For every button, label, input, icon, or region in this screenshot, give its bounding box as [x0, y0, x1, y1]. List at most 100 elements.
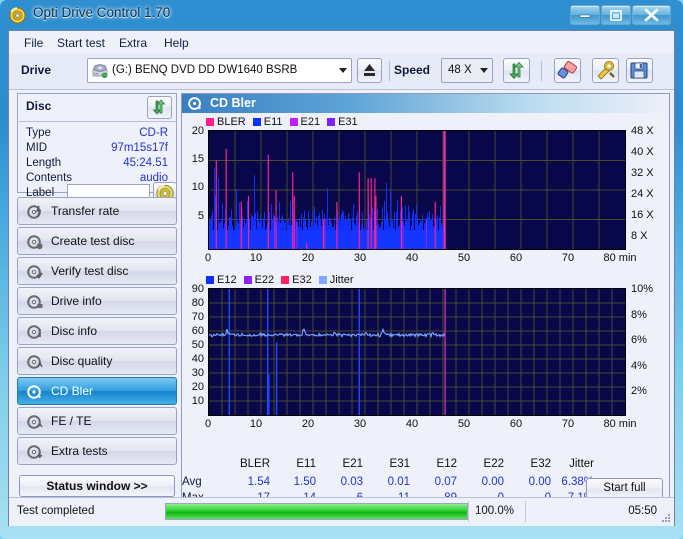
- sidebar-item-transfer-rate[interactable]: Transfer rate: [17, 197, 177, 225]
- floppy-save-icon: [630, 62, 648, 79]
- sidebar-item-cd-bler[interactable]: CD Bler: [17, 377, 177, 405]
- erase-button[interactable]: [554, 58, 581, 83]
- jitter-plot-area: [208, 288, 626, 416]
- bler-xtick-40: 40: [405, 252, 419, 264]
- jitter-xtick-80: 80 min: [603, 418, 637, 430]
- stats-col-e12: E12: [436, 458, 457, 470]
- close-button[interactable]: [632, 5, 671, 25]
- stats-avg-bler: 1.54: [247, 476, 270, 488]
- statusbar-separator: [525, 501, 526, 522]
- eject-icon: [364, 64, 375, 76]
- resize-grip-icon[interactable]: [660, 512, 671, 523]
- disc-row-value-length: 45:24.51: [123, 157, 168, 169]
- sidebar-item-disc-quality[interactable]: Disc quality: [17, 347, 177, 375]
- tools-icon: [597, 61, 615, 80]
- legend-swatch-e32: [281, 276, 290, 284]
- toolbar-separator: [541, 61, 542, 81]
- legend-label-jitter: Jitter: [329, 274, 354, 286]
- disc-row-label-type: Type: [26, 127, 51, 139]
- disc-row-label-contents: Contents: [26, 172, 73, 184]
- minimize-button[interactable]: [570, 5, 600, 25]
- menu-help[interactable]: Help: [159, 35, 194, 51]
- stats-col-bler: BLER: [239, 458, 270, 470]
- disc-bler-icon: [27, 384, 43, 400]
- menu-file[interactable]: File: [19, 35, 48, 51]
- tools-button[interactable]: [592, 58, 619, 83]
- save-button[interactable]: [626, 58, 653, 83]
- legend-label-e12: E12: [217, 274, 237, 286]
- legend-label-e32: E32: [292, 274, 312, 286]
- title-bar: Opti Drive Control 1.70: [0, 0, 683, 30]
- sidebar-item-verify-test-disc[interactable]: Verify test disc: [17, 257, 177, 285]
- jitter-xtick-30: 30: [353, 418, 367, 430]
- legend-swatch-e31: [327, 118, 336, 126]
- disc-speed-icon: [27, 204, 43, 220]
- menu-extra[interactable]: Extra: [114, 35, 152, 51]
- disc-row-value-type: CD-R: [139, 127, 168, 139]
- sidebar-item-extra-tests[interactable]: Extra tests: [17, 437, 177, 465]
- legend-label-e31: E31: [338, 116, 358, 128]
- navigation-list: Transfer rate Create test disc Verify te…: [17, 197, 177, 467]
- eraser-icon: [557, 60, 578, 79]
- stats-col-jitter: Jitter: [569, 458, 594, 470]
- divider: [19, 121, 177, 122]
- disc-row-label-mid: MID: [26, 142, 48, 154]
- jitter-xtick-10: 10: [249, 418, 263, 430]
- jitter-ytick-80: 80: [191, 297, 204, 309]
- disc-fete-icon: [27, 414, 43, 430]
- jitter-xtick-0: 0: [204, 418, 212, 430]
- legend-swatch-e11: [252, 118, 261, 126]
- bler-y2tick-32x: 32 X: [631, 167, 654, 179]
- sidebar-item-label: Extra tests: [51, 444, 108, 458]
- jitter-y2tick-6pct: 6%: [631, 334, 647, 346]
- sidebar-item-fe-te[interactable]: FE / TE: [17, 407, 177, 435]
- disc-refresh-button[interactable]: [147, 96, 172, 119]
- menu-start-test[interactable]: Start test: [52, 35, 110, 51]
- bler-plot-area: [208, 130, 626, 250]
- legend-swatch-jitter: [318, 276, 327, 284]
- progress-percent: 100.0%: [475, 505, 515, 517]
- sidebar-item-label: Create test disc: [51, 234, 135, 248]
- maximize-button[interactable]: [601, 5, 631, 25]
- legend-swatch-e21: [289, 118, 298, 126]
- disc-row-label-length: Length: [26, 157, 62, 169]
- toolbar-separator: [389, 61, 390, 81]
- sidebar-item-label: Transfer rate: [51, 204, 120, 218]
- left-panel: Disc Type CD-R MID 97m15s17f Length 45:2…: [13, 93, 179, 515]
- disc-bler-icon: [188, 96, 203, 111]
- sidebar-item-drive-info[interactable]: Drive info: [17, 287, 177, 315]
- bler-xtick-10: 10: [249, 252, 263, 264]
- legend-label-e11: E11: [263, 116, 283, 128]
- speed-value: 48 X: [448, 64, 472, 76]
- bler-y2tick-40x: 40 X: [631, 146, 654, 158]
- jitter-y2tick-8pct: 8%: [631, 309, 647, 321]
- legend-label-e22: E22: [254, 274, 275, 286]
- bler-y2tick-16x: 16 X: [631, 209, 654, 221]
- disc-verify-icon: [27, 264, 43, 280]
- disc-icon: [9, 7, 26, 24]
- sidebar-item-create-test-disc[interactable]: Create test disc: [17, 227, 177, 255]
- stats-col-e32: E32: [530, 458, 551, 470]
- disc-create-icon: [27, 234, 43, 250]
- jitter-xtick-50: 50: [457, 418, 471, 430]
- disc-extra-icon: [27, 444, 43, 460]
- start-full-button[interactable]: Start full: [586, 478, 663, 499]
- jitter-y2tick-2pct: 2%: [631, 385, 647, 397]
- stats-avg-e32: 0.00: [528, 476, 551, 488]
- eject-button[interactable]: [357, 58, 382, 83]
- jitter-xtick-70: 70: [561, 418, 575, 430]
- bler-ytick-15: 15: [191, 153, 204, 165]
- status-window-button[interactable]: Status window >>: [19, 475, 175, 497]
- jitter-ytick-90: 90: [191, 283, 204, 295]
- stats-col-e11: E11: [296, 458, 316, 470]
- legend-label-e21: E21: [300, 116, 321, 128]
- bler-xtick-70: 70: [561, 252, 575, 264]
- drive-select[interactable]: (G:) BENQ DVD DD DW1640 BSRB: [87, 58, 352, 83]
- legend-swatch-e22: [243, 276, 252, 284]
- speed-select[interactable]: 48 X: [441, 58, 493, 83]
- client-area: File Start test Extra Help Drive (G:) BE…: [8, 30, 675, 526]
- sidebar-item-disc-info[interactable]: Disc info: [17, 317, 177, 345]
- refresh-button[interactable]: [503, 58, 530, 83]
- sidebar-item-label: Disc quality: [51, 354, 113, 368]
- stats-avg-e22: 0.00: [481, 476, 504, 488]
